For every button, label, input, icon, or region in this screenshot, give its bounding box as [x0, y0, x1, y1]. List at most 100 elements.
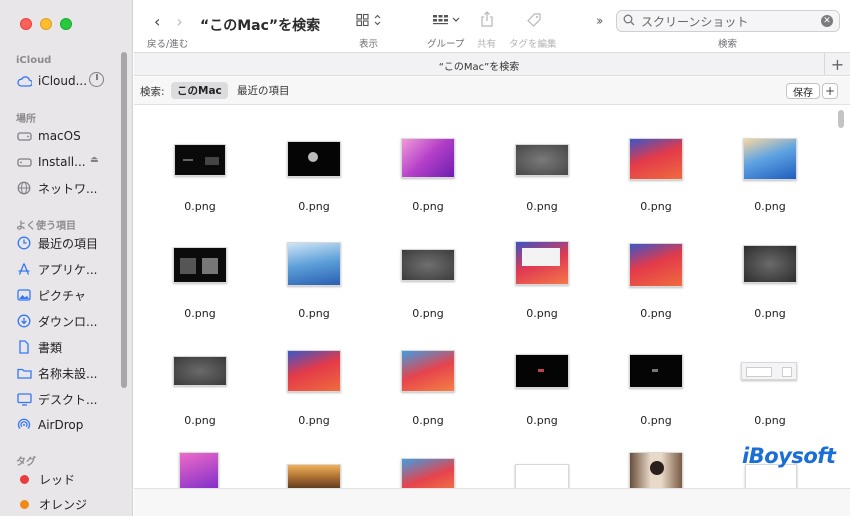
file-name: 0.png	[412, 200, 444, 213]
file-name: 0.png	[298, 307, 330, 320]
sidebar-item-label: Install...	[38, 155, 86, 169]
group-button[interactable]	[432, 13, 462, 31]
file-thumbnail	[515, 464, 569, 488]
view-button[interactable]	[356, 13, 384, 31]
search-input[interactable]: スクリーンショット	[641, 13, 748, 30]
toolbar: ‹ › 戻る/進む “このMac”を検索 表示 グループ 共有 タグを編集 ››…	[134, 0, 850, 52]
file-item[interactable]: 0.png	[145, 219, 255, 320]
sidebar-item-downloads[interactable]: ダウンロ...	[16, 310, 124, 332]
file-item[interactable]: 0.png	[259, 326, 369, 427]
sidebar-item-applications[interactable]: アプリケ...	[16, 258, 124, 280]
sidebar-item-label: レッド	[39, 472, 76, 487]
file-item[interactable]	[601, 432, 711, 488]
file-item[interactable]: 0.png	[601, 112, 711, 213]
new-tab-button[interactable]: +	[824, 53, 850, 75]
file-item[interactable]: 0.png	[145, 326, 255, 427]
sidebar-item-documents[interactable]: 書類	[16, 336, 124, 358]
file-item[interactable]: 0.png	[373, 326, 483, 427]
applications-icon	[16, 261, 32, 277]
tags-button[interactable]	[526, 12, 542, 32]
file-item[interactable]: 0.png	[259, 219, 369, 320]
file-item[interactable]: 0.png	[601, 326, 711, 427]
file-item[interactable]: 0.png	[715, 219, 825, 320]
sidebar-item-untitled-folder[interactable]: 名称未設...	[16, 362, 124, 384]
download-icon	[16, 313, 32, 329]
file-name: 0.png	[754, 414, 786, 427]
file-thumbnail	[515, 241, 569, 285]
file-item[interactable]: 0.png	[601, 219, 711, 320]
file-item[interactable]: 0.png	[487, 326, 597, 427]
back-button[interactable]: ‹	[154, 12, 160, 31]
external-drive-icon	[16, 154, 32, 170]
forward-button[interactable]: ›	[176, 12, 182, 31]
file-item[interactable]: 0.png	[145, 112, 255, 213]
nav-buttons: ‹ ›	[154, 12, 183, 31]
sidebar-scrollbar[interactable]	[121, 52, 127, 388]
sidebar-item-label: 最近の項目	[38, 236, 99, 251]
file-name: 0.png	[526, 414, 558, 427]
file-item[interactable]	[259, 432, 369, 488]
sidebar-item-network[interactable]: ネットワ...	[16, 177, 124, 199]
file-thumbnail	[287, 141, 341, 177]
add-criteria-button[interactable]: +	[822, 83, 838, 99]
file-grid: 0.png 0.png 0.png 0.png 0.png 0.png 0.pn…	[134, 106, 850, 488]
sidebar-section-icloud: iCloud	[16, 55, 52, 66]
file-item[interactable]	[487, 432, 597, 488]
sidebar-item-label: 書類	[38, 340, 63, 355]
file-item[interactable]: 0.png	[259, 112, 369, 213]
sidebar: iCloud iCloud... 場所 macOS Install... ⏏ ネ…	[0, 0, 133, 516]
file-item[interactable]: 0.png	[487, 112, 597, 213]
desktop-icon	[16, 391, 32, 407]
watermark-logo: iBoysoft	[742, 444, 836, 468]
file-item[interactable]: 0.png	[373, 112, 483, 213]
cloud-icon	[16, 73, 32, 89]
clock-icon	[16, 235, 32, 251]
sidebar-item-desktop[interactable]: デスクト...	[16, 388, 124, 410]
status-bar	[134, 488, 850, 516]
sidebar-section-tags: タグ	[16, 457, 36, 468]
scope-recents-button[interactable]: 最近の項目	[231, 82, 296, 99]
sidebar-item-install[interactable]: Install...	[16, 151, 124, 173]
share-button[interactable]	[480, 11, 494, 31]
sidebar-item-pictures[interactable]: ピクチャ	[16, 284, 124, 306]
toolbar-overflow-icon[interactable]: ››	[596, 14, 604, 29]
save-search-button[interactable]: 保存	[786, 83, 820, 99]
sidebar-item-recents[interactable]: 最近の項目	[16, 232, 124, 254]
nav-caption: 戻る/進む	[147, 39, 189, 50]
minimize-window-button[interactable]	[40, 18, 52, 30]
window-controls	[20, 18, 72, 30]
eject-icon[interactable]: ⏏	[90, 155, 99, 165]
sidebar-item-label: macOS	[38, 129, 81, 143]
sidebar-item-label: ネットワ...	[38, 181, 98, 196]
zoom-window-button[interactable]	[60, 18, 72, 30]
file-thumbnail	[401, 458, 455, 488]
sidebar-item-icloud-drive[interactable]: iCloud...	[16, 70, 124, 92]
search-icon	[623, 14, 635, 29]
file-item[interactable]: 0.png	[715, 326, 825, 427]
sidebar-tag-red[interactable]: レッド	[16, 468, 124, 490]
file-item[interactable]: 0.png	[373, 219, 483, 320]
file-thumbnail	[515, 354, 569, 388]
content-scrollbar[interactable]	[838, 110, 844, 128]
group-grid-icon	[433, 15, 460, 25]
file-item[interactable]	[373, 432, 483, 488]
sidebar-item-label: 名称未設...	[38, 366, 98, 381]
tab-title[interactable]: “このMac”を検索	[134, 58, 824, 73]
close-window-button[interactable]	[20, 18, 32, 30]
clear-search-icon[interactable]: ✕	[821, 15, 833, 27]
file-name: 0.png	[184, 200, 216, 213]
sidebar-tag-orange[interactable]: オレンジ	[16, 493, 124, 515]
sidebar-item-macos[interactable]: macOS	[16, 125, 124, 147]
scope-this-mac-button[interactable]: このMac	[171, 82, 228, 99]
search-field[interactable]: スクリーンショット ✕	[616, 10, 840, 32]
document-icon	[16, 339, 32, 355]
file-item[interactable]: 0.png	[715, 112, 825, 213]
file-thumbnail	[174, 144, 226, 176]
file-item[interactable]	[145, 432, 255, 488]
sidebar-item-airdrop[interactable]: AirDrop	[16, 414, 124, 436]
file-item[interactable]: 0.png	[487, 219, 597, 320]
file-thumbnail	[287, 350, 341, 392]
file-name: 0.png	[412, 414, 444, 427]
file-thumbnail	[401, 350, 455, 392]
file-thumbnail	[287, 242, 341, 286]
